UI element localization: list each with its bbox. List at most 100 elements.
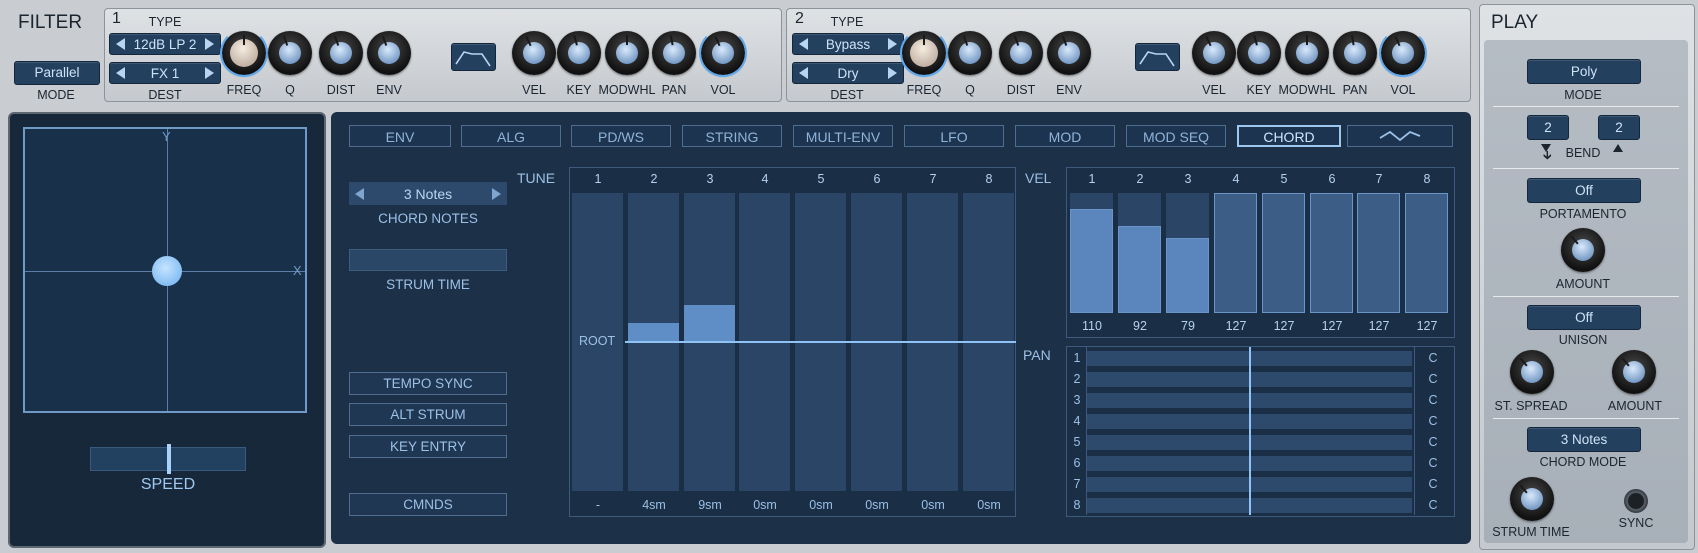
sync-toggle[interactable] — [1624, 489, 1648, 513]
filter2-q-knob[interactable] — [948, 31, 992, 75]
filter1-key-knob[interactable] — [557, 31, 601, 75]
prev-arrow-icon[interactable] — [116, 38, 125, 50]
pan-row-number: 5 — [1073, 435, 1081, 449]
prev-arrow-icon[interactable] — [355, 187, 364, 200]
filter1-type-value: 12dB LP 2 — [133, 36, 197, 52]
prev-arrow-icon[interactable] — [116, 67, 125, 79]
filter-mode-select[interactable]: Parallel — [14, 61, 100, 85]
cmnds-button[interactable]: CMNDS — [349, 493, 507, 516]
next-arrow-icon[interactable] — [492, 187, 501, 200]
vel-value: 127 — [1225, 319, 1247, 333]
speed-slider-handle[interactable] — [167, 444, 171, 474]
filter1-modwhl-knob[interactable] — [605, 31, 649, 75]
filter2-pan-knob[interactable] — [1333, 31, 1377, 75]
pan-row-value: C — [1428, 393, 1438, 407]
filter1-shape-display[interactable] — [451, 43, 496, 71]
filter2-dist-knob[interactable] — [999, 31, 1043, 75]
vel-bar[interactable] — [1405, 193, 1448, 313]
filter1-vol-knob[interactable] — [699, 29, 747, 77]
filter1-vel-knob[interactable] — [512, 31, 556, 75]
portamento-select[interactable]: Off — [1527, 178, 1641, 203]
vel-column-number: 5 — [1280, 172, 1288, 186]
tab-mod-seq[interactable]: MOD SEQ — [1126, 125, 1226, 147]
xy-y-label: Y — [162, 129, 171, 144]
filter2-dest-select[interactable]: Dry — [792, 62, 904, 84]
pan-label: PAN — [1023, 347, 1051, 363]
bend-up-value[interactable]: 2 — [1598, 115, 1640, 140]
tab-waveform[interactable] — [1347, 125, 1453, 147]
filter2-vol-knob[interactable] — [1379, 29, 1427, 77]
alt-strum-button[interactable]: ALT STRUM — [349, 403, 507, 426]
vel-bar[interactable] — [1166, 238, 1209, 313]
tab-lfo[interactable]: LFO — [904, 125, 1004, 147]
speed-slider[interactable] — [90, 444, 246, 474]
filter1-q-knob[interactable] — [268, 31, 312, 75]
vel-bar[interactable] — [1070, 209, 1113, 313]
knob-cap — [1010, 42, 1032, 64]
tab-string[interactable]: STRING — [682, 125, 782, 147]
tab-alg[interactable]: ALG — [461, 125, 561, 147]
tune-column-number: 5 — [817, 172, 825, 186]
chord-mode-select[interactable]: 3 Notes — [1527, 427, 1641, 452]
tab-pd-ws[interactable]: PD/WS — [571, 125, 671, 147]
pan-row-value: C — [1428, 414, 1438, 428]
st-spread-knob[interactable] — [1510, 350, 1554, 394]
vel-bar[interactable] — [1118, 226, 1161, 313]
filter1-env-knob[interactable] — [367, 31, 411, 75]
strum-time-slider[interactable] — [349, 249, 507, 271]
play-mode-select[interactable]: Poly — [1527, 59, 1641, 84]
chord-notes-select[interactable]: 3 Notes — [349, 182, 507, 205]
tab-multi-env[interactable]: MULTI-ENV — [793, 125, 893, 147]
speed-label: SPEED — [140, 476, 196, 493]
filter2-key-knob[interactable] — [1237, 31, 1281, 75]
prev-arrow-icon[interactable] — [799, 38, 808, 50]
vel-bar[interactable] — [1214, 193, 1257, 313]
prev-arrow-icon[interactable] — [799, 67, 808, 79]
filter1-pan-knob[interactable] — [652, 31, 696, 75]
knob-pointer — [626, 35, 628, 45]
filter1-dest-select[interactable]: FX 1 — [109, 62, 221, 84]
pan-row-value: C — [1428, 477, 1438, 491]
next-arrow-icon[interactable] — [205, 38, 214, 50]
filter2-env-knob[interactable] — [1047, 31, 1091, 75]
vel-bar[interactable] — [1357, 193, 1400, 313]
filter2-number: 2 — [795, 10, 804, 27]
strum-time-knob[interactable] — [1510, 477, 1554, 521]
tab-chord[interactable]: CHORD — [1237, 125, 1341, 147]
unison-amount-knob[interactable] — [1612, 350, 1656, 394]
pan-row-value: C — [1428, 498, 1438, 512]
xy-cursor-dot[interactable] — [152, 256, 182, 286]
filter2-shape-display[interactable] — [1135, 43, 1180, 71]
filter1-type-select[interactable]: 12dB LP 2 — [109, 33, 221, 55]
divider — [1493, 418, 1679, 419]
filter1-freq-knob[interactable] — [220, 29, 268, 77]
next-arrow-icon[interactable] — [888, 67, 897, 79]
filter1-dist-knob[interactable] — [319, 31, 363, 75]
next-arrow-icon[interactable] — [204, 67, 214, 79]
unison-select[interactable]: Off — [1527, 305, 1641, 330]
tab-mod[interactable]: MOD — [1015, 125, 1115, 147]
filter1-env-label: ENV — [376, 83, 402, 97]
filter2-freq-knob[interactable] — [900, 29, 948, 77]
arrow-up-icon — [1613, 144, 1623, 152]
vel-column-number: 6 — [1328, 172, 1336, 186]
filter2-vel-knob[interactable] — [1192, 31, 1236, 75]
pan-center-line — [1249, 347, 1251, 515]
tempo-sync-button[interactable]: TEMPO SYNC — [349, 372, 507, 395]
filter2-modwhl-knob[interactable] — [1285, 31, 1329, 75]
bend-down-value[interactable]: 2 — [1527, 115, 1569, 140]
knob-cap — [1203, 42, 1225, 64]
vel-value: 127 — [1273, 319, 1295, 333]
key-entry-button[interactable]: KEY ENTRY — [349, 435, 507, 458]
filter2-vol-label: VOL — [1390, 83, 1416, 97]
tab-env[interactable]: ENV — [349, 125, 451, 147]
filter2-type-select[interactable]: Bypass — [792, 33, 904, 55]
portamento-amount-knob[interactable] — [1561, 228, 1605, 272]
tune-column-number: 4 — [761, 172, 769, 186]
filter1-dest-value: FX 1 — [150, 65, 180, 81]
vel-bar[interactable] — [1310, 193, 1353, 313]
vel-bar[interactable] — [1262, 193, 1305, 313]
next-arrow-icon[interactable] — [888, 38, 897, 50]
xy-pad[interactable]: Y X — [23, 127, 307, 413]
portamento-label: PORTAMENTO — [1539, 207, 1627, 221]
